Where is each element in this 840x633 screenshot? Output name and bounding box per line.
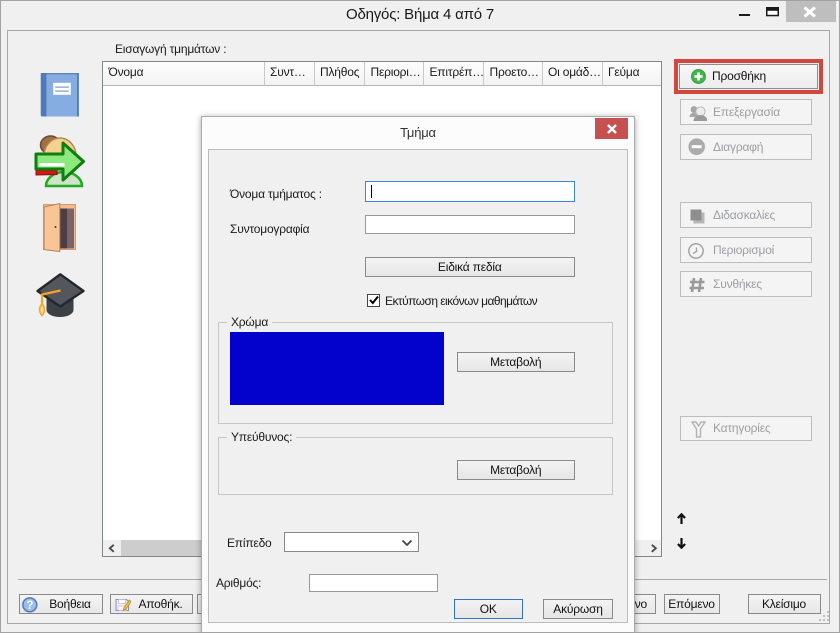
svg-text:?: ? [26,600,33,612]
